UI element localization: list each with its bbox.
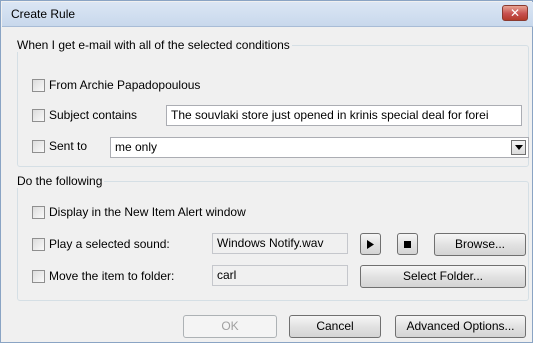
dialog-frame: Create Rule ✕ When I get e-mail with all… — [0, 0, 533, 343]
close-button[interactable]: ✕ — [502, 5, 528, 21]
play-sound-button[interactable] — [360, 233, 381, 255]
move-folder-action[interactable]: Move the item to folder: — [32, 269, 174, 283]
select-folder-button[interactable]: Select Folder... — [360, 265, 526, 288]
play-sound-checkbox[interactable] — [32, 237, 45, 251]
actions-legend: Do the following — [15, 174, 105, 188]
ok-button[interactable]: OK — [183, 315, 277, 338]
subject-checkbox[interactable] — [32, 108, 45, 122]
dropdown-arrow-button[interactable] — [511, 140, 526, 155]
advanced-options-button[interactable]: Advanced Options... — [395, 315, 526, 338]
stop-icon — [404, 241, 411, 248]
sent-to-value: me only — [115, 140, 158, 154]
sent-to-checkbox[interactable] — [32, 139, 45, 153]
chevron-down-icon — [515, 145, 523, 150]
close-icon: ✕ — [509, 6, 521, 20]
play-sound-action[interactable]: Play a selected sound: — [32, 237, 170, 251]
window-title: Create Rule — [11, 7, 76, 21]
subject-input[interactable]: The souvlaki store just opened in krinis… — [166, 105, 522, 126]
sent-to-label: Sent to — [49, 139, 88, 153]
folder-field: carl — [212, 265, 348, 286]
display-alert-label: Display in the New Item Alert window — [49, 205, 246, 219]
play-sound-label: Play a selected sound: — [49, 237, 170, 251]
browse-button[interactable]: Browse... — [434, 233, 526, 256]
sent-to-condition[interactable]: Sent to — [32, 139, 87, 153]
display-alert-checkbox[interactable] — [32, 205, 45, 219]
from-checkbox[interactable] — [32, 78, 45, 92]
subject-label: Subject contains — [49, 108, 138, 122]
stop-sound-button[interactable] — [397, 233, 418, 255]
conditions-legend: When I get e-mail with all of the select… — [15, 38, 292, 52]
sent-to-dropdown[interactable]: me only — [110, 137, 529, 158]
sound-file-field: Windows Notify.wav — [212, 233, 348, 254]
from-label: From Archie Papadopoulous — [49, 78, 201, 92]
create-rule-dialog: Create Rule ✕ When I get e-mail with all… — [0, 0, 541, 351]
display-alert-action[interactable]: Display in the New Item Alert window — [32, 205, 246, 219]
move-folder-label: Move the item to folder: — [49, 269, 175, 283]
cancel-button[interactable]: Cancel — [289, 315, 381, 338]
play-icon — [367, 240, 374, 249]
title-bar: Create Rule ✕ — [2, 2, 533, 27]
from-condition[interactable]: From Archie Papadopoulous — [32, 78, 200, 92]
move-folder-checkbox[interactable] — [32, 269, 45, 283]
subject-condition[interactable]: Subject contains — [32, 108, 137, 122]
